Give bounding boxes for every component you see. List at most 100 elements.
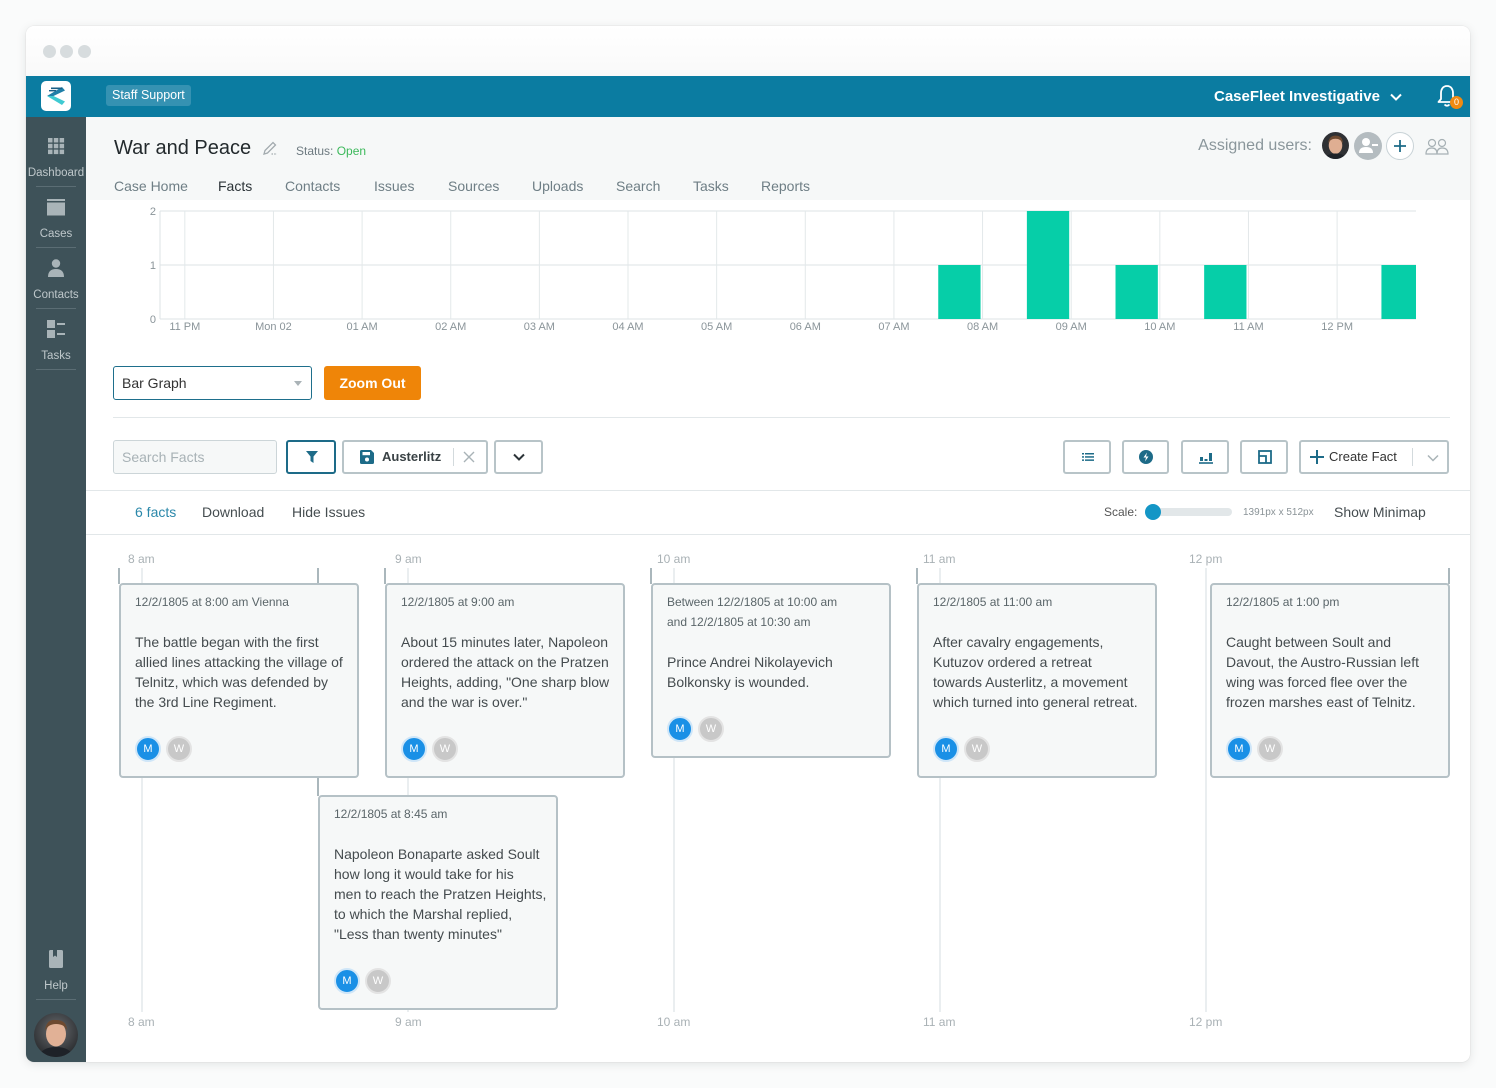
current-user-avatar[interactable] [34,1013,78,1057]
list-icon [1082,453,1094,461]
save-icon [360,450,374,464]
window-minimize-dot[interactable] [60,45,73,58]
x-tick-label: 06 AM [790,321,821,333]
sidebar-item-label: Cases [39,228,73,240]
close-icon[interactable] [463,451,475,463]
tab-contacts[interactable]: Contacts [285,176,340,196]
create-fact-button[interactable]: Create Fact [1299,440,1449,474]
participant-avatar[interactable]: M [667,716,693,742]
timeline-hour-label: 8 am [128,1015,155,1029]
zoom-out-button[interactable]: Zoom Out [324,366,421,400]
funnel-icon [306,451,318,463]
sidebar-item-tasks[interactable]: Tasks [26,309,86,370]
sidebar-item-contacts[interactable]: Contacts [26,248,86,309]
sidebar-item-cases[interactable]: Cases [26,187,86,248]
sidebar-item-dashboard[interactable]: Dashboard [26,126,86,187]
scale-label: Scale: [1104,505,1138,519]
participant-avatar[interactable]: M [1226,736,1252,762]
search-facts-input[interactable] [113,440,277,474]
chart-bar [1026,211,1070,319]
tasks-icon [47,320,65,338]
scale-slider-handle[interactable] [1145,504,1161,520]
facts-count-link[interactable]: 6 facts [135,502,176,522]
fact-card[interactable]: 12/2/1805 at 9:00 am About 15 minutes la… [385,583,625,778]
plus-icon [1394,140,1406,152]
filter-button[interactable] [286,440,336,474]
unassign-user-button[interactable] [1354,132,1382,160]
timeline-view-button[interactable] [1122,440,1169,474]
x-tick-label: 07 AM [878,321,909,333]
status-badge: Open [336,144,367,158]
facts-bar-chart[interactable]: 0 1 2 11 PM Mon 02 01 AM 02 AM 03 AM 04 AM 05 AM 0… [86,200,1470,345]
fact-card[interactable]: 12/2/1805 at 8:45 am Napoleon Bonaparte … [318,795,558,1010]
fact-connector [384,568,386,584]
divider [113,417,1450,418]
timeline-hour-label: 12 pm [1189,552,1223,566]
participant-avatar[interactable]: W [1257,736,1283,762]
saved-filter-button[interactable]: Austerlitz [342,440,488,474]
x-tick-label: 03 AM [524,321,555,333]
manage-users-icon[interactable] [1425,137,1449,157]
edit-pencil-icon[interactable] [262,140,278,156]
hide-issues-link[interactable]: Hide Issues [292,502,365,522]
participant-avatar[interactable]: W [166,736,192,762]
x-tick-label: 12 PM [1321,321,1353,333]
user-photo-icon [34,1013,78,1057]
fact-card[interactable]: 12/2/1805 at 11:00 am After cavalry enga… [917,583,1157,778]
fact-card[interactable]: 12/2/1805 at 1:00 pm Caught between Soul… [1210,583,1450,778]
divider [86,490,1470,491]
participant-avatar[interactable]: W [964,736,990,762]
tab-uploads[interactable]: Uploads [532,176,583,196]
casefleet-logo[interactable] [41,81,71,111]
fact-date: 12/2/1805 at 9:00 am [401,595,515,609]
layout-view-button[interactable] [1240,440,1288,474]
list-view-button[interactable] [1063,440,1111,474]
fact-text: Caught between Soult and Davout, the Aus… [1226,634,1419,710]
participant-avatar[interactable]: M [401,736,427,762]
sidebar-item-label: Dashboard [27,167,85,179]
notifications-button[interactable]: 0 [1436,84,1463,110]
add-user-button[interactable] [1386,132,1414,160]
chart-axis-labels: 0 1 2 11 PM Mon 02 01 AM 02 AM 03 AM 04 AM 05 AM 0… [150,206,1353,333]
sidebar-item-help[interactable]: Help [26,939,86,1000]
organization-switcher[interactable]: CaseFleet Investigative [1214,76,1402,117]
chart-bar [1204,265,1247,319]
plus-icon [1310,450,1324,464]
chart-bar [1381,265,1416,319]
participant-avatar[interactable]: M [334,968,360,994]
scale-dimensions: 1391px x 512px [1243,507,1314,518]
dropdown-caret-icon [294,381,302,386]
tab-case-home[interactable]: Case Home [114,176,188,196]
participant-avatar[interactable]: W [432,736,458,762]
button-divider [453,448,454,466]
window-maximize-dot[interactable] [78,45,91,58]
saved-filters-dropdown-button[interactable] [494,440,543,474]
notification-count-badge: 0 [1450,96,1463,109]
timeline-hour-line [1205,568,1207,1012]
tab-facts[interactable]: Facts [218,176,252,196]
fact-card[interactable]: 12/2/1805 at 8:00 am Vienna The battle b… [119,583,359,778]
download-link[interactable]: Download [202,502,264,522]
fact-card[interactable]: Between 12/2/1805 at 10:00 am and 12/2/1… [651,583,891,758]
assigned-user-avatar[interactable] [1322,132,1349,159]
tab-search[interactable]: Search [616,176,660,196]
window-close-dot[interactable] [43,45,56,58]
sidebar: Dashboard Cases Contacts Tasks Help [26,117,86,1062]
chart-view-button[interactable] [1181,440,1229,474]
participant-avatar[interactable]: W [698,716,724,742]
x-tick-label: 04 AM [612,321,643,333]
participant-avatar[interactable]: W [365,968,391,994]
tab-sources[interactable]: Sources [448,176,499,196]
chevron-down-icon[interactable] [1427,454,1439,462]
graph-type-select[interactable]: Bar Graph [113,366,312,400]
tab-issues[interactable]: Issues [374,176,414,196]
fact-participants: M W [667,716,883,742]
staff-support-badge[interactable]: Staff Support [106,85,191,106]
logo-icon [41,81,71,111]
tab-tasks[interactable]: Tasks [693,176,729,196]
participant-avatar[interactable]: M [933,736,959,762]
show-minimap-link[interactable]: Show Minimap [1334,502,1426,522]
participant-avatar[interactable]: M [135,736,161,762]
timeline-hour-label: 11 am [923,552,956,566]
tab-reports[interactable]: Reports [761,176,810,196]
